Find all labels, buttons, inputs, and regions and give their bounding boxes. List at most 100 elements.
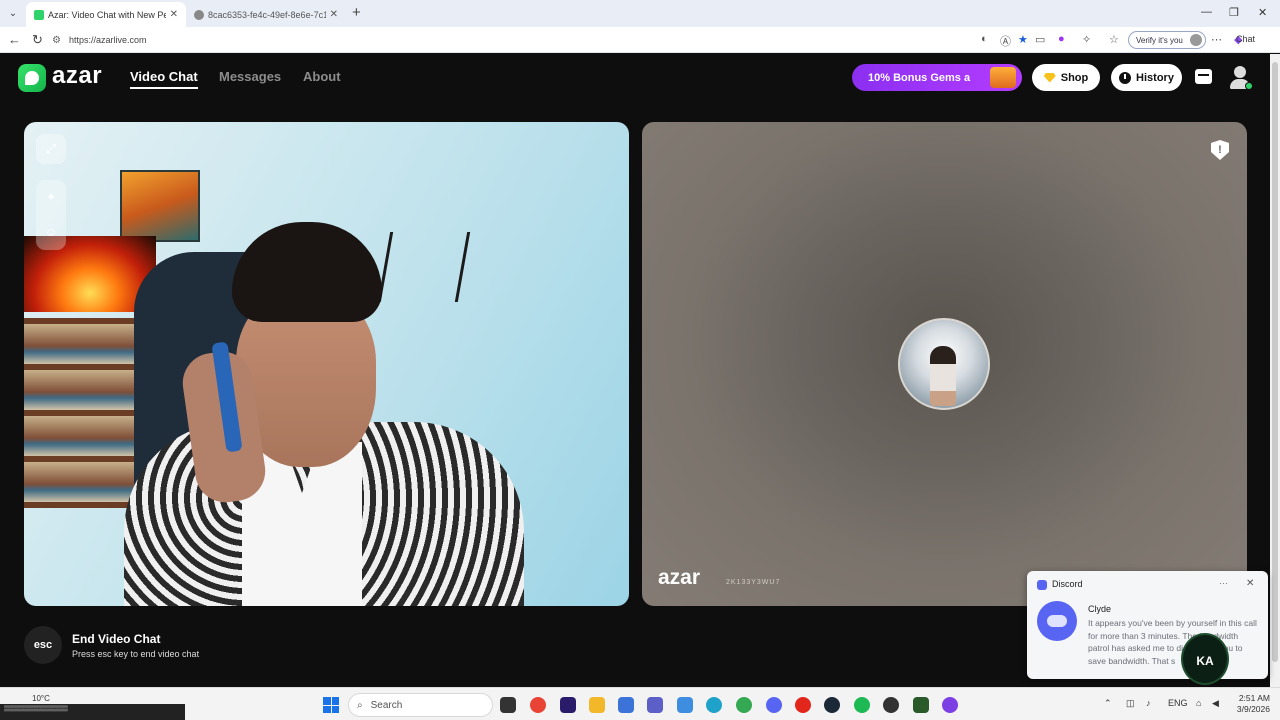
teams-icon[interactable] [647, 697, 663, 713]
verify-profile-button[interactable]: Verify it's you [1128, 31, 1206, 49]
history-label: History [1136, 71, 1174, 84]
match-person [930, 346, 956, 406]
chrome-profile-icon[interactable] [736, 697, 752, 713]
end-video-chat-hint: Press esc key to end video chat [72, 649, 200, 659]
more-menu-icon[interactable]: ⋯ [1211, 33, 1222, 46]
azar-logo-text[interactable]: azar [52, 62, 102, 90]
face-filter-icon[interactable]: ☺ [36, 215, 66, 250]
verify-label: Verify it's you [1136, 35, 1183, 45]
clock-time: 2:51 AM [1238, 693, 1270, 703]
edge-icon[interactable] [706, 697, 722, 713]
azar-favicon-icon [34, 9, 44, 20]
reload-icon[interactable]: ↻ [32, 32, 43, 48]
start-windows-icon[interactable] [323, 697, 339, 713]
extensions-puzzle-icon[interactable]: ✧ [1082, 33, 1091, 46]
scrollbar-thumb[interactable] [1272, 62, 1278, 662]
steam-icon[interactable] [824, 697, 840, 713]
discord-notification[interactable]: Discord ⋯ ✕ Clyde It appears you've been… [1027, 571, 1268, 679]
online-status-dot [1245, 82, 1253, 90]
browser-tab-bar: ⌄ Azar: Video Chat with New Pe ✕ 8cac635… [0, 0, 1280, 27]
camera-effects-toolbar: ✦ ☺ [36, 180, 66, 250]
favorite-star-icon[interactable]: ★ [1018, 33, 1028, 46]
azar-logo-icon[interactable] [18, 64, 46, 92]
file-explorer-icon[interactable] [589, 697, 605, 713]
microphone-icon[interactable]: ♪ [1146, 698, 1151, 708]
split-screen-icon[interactable]: ▭ [1035, 33, 1045, 46]
tab-close-icon[interactable]: ✕ [330, 9, 338, 20]
tray-chevron-icon[interactable]: ⌃ [1104, 698, 1112, 709]
notification-more-icon[interactable]: ⋯ [1219, 578, 1228, 589]
self-video-panel: ⤢ ✦ ☺ [24, 122, 629, 606]
premiere-icon[interactable] [560, 697, 576, 713]
bonus-gems-promo-button[interactable]: 10% Bonus Gems a [852, 64, 1022, 91]
magic-wand-icon[interactable]: ✦ [36, 180, 66, 215]
page-scrollbar[interactable] [1270, 54, 1280, 687]
history-button[interactable]: History [1111, 64, 1182, 91]
wall-rack [377, 232, 471, 302]
search-placeholder: Search [370, 699, 403, 711]
taskbar-clock[interactable]: 2:51 AM 3/9/2026 [1230, 693, 1270, 715]
back-arrow-icon[interactable]: ← [8, 32, 21, 47]
notification-message: It appears you've been by yourself in th… [1088, 618, 1257, 666]
minimize-icon[interactable]: — [1201, 6, 1212, 18]
browser-tab-2[interactable]: 8cac6353-fe4c-49ef-8e6e-7c1ef75 ✕ [186, 2, 346, 27]
user-avatar[interactable] [1228, 65, 1253, 90]
maximize-icon[interactable]: ❐ [1229, 6, 1239, 19]
terminal-icon[interactable] [913, 697, 929, 713]
streamer-badge-logo: KA [1181, 633, 1229, 685]
treasure-chest-icon [990, 67, 1016, 88]
task-view-icon[interactable] [500, 697, 516, 713]
match-profile-photo [898, 318, 990, 410]
shop-label: Shop [1060, 71, 1089, 84]
chrome-icon[interactable] [530, 697, 546, 713]
volume-icon[interactable]: ◀ [1212, 698, 1219, 709]
inbox-icon[interactable] [1195, 69, 1212, 84]
nav-about[interactable]: About [303, 69, 341, 84]
watermark-id: 2K133Y3WU7 [726, 579, 781, 586]
azar-watermark-logo: azar [658, 566, 701, 589]
overlay-text: ▒▒▒▒▒▒▒▒▒▒▒▒▒▒▒ [4, 706, 68, 712]
taskbar-search-box[interactable]: ⌕ Search [348, 693, 493, 717]
site-info-icon[interactable]: ⚙ [52, 35, 61, 46]
github-icon[interactable] [883, 697, 899, 713]
url-field[interactable]: ⚙ https://azarlive.com [52, 30, 952, 50]
stream-overlay-strip: ▒▒▒▒▒▒▒▒▒▒▒▒▒▒▒ [0, 704, 185, 720]
browser-tab-azar[interactable]: Azar: Video Chat with New Pe ✕ [26, 2, 186, 27]
tab-close-icon[interactable]: ✕ [170, 9, 178, 20]
end-video-chat-title[interactable]: End Video Chat [72, 632, 160, 646]
store-icon[interactable] [618, 697, 634, 713]
obs-icon[interactable] [942, 697, 958, 713]
windows-taskbar: 10°C ▒▒▒▒▒▒▒▒▒▒▒▒▒▒▒ ⌕ Search ⌃ ◫ ♪ ENG … [0, 687, 1280, 720]
wall-painting [120, 170, 200, 242]
network-icon[interactable]: ⌂ [1196, 698, 1201, 708]
new-tab-plus-icon[interactable]: + [352, 4, 361, 21]
translate-icon[interactable]: ◐ [981, 33, 988, 45]
favorites-icon[interactable]: ☆ [1109, 33, 1119, 46]
app-icon[interactable] [677, 697, 693, 713]
opera-icon[interactable] [795, 697, 811, 713]
spotify-icon[interactable] [854, 697, 870, 713]
match-video-panel: ! azar 2K133Y3WU7 [642, 122, 1247, 606]
window-close-icon[interactable]: ✕ [1258, 6, 1267, 19]
clock-date: 3/9/2026 [1236, 704, 1270, 714]
profile-avatar-icon [1190, 34, 1202, 46]
read-aloud-icon[interactable]: Ⓐ [1000, 33, 1011, 49]
shop-button[interactable]: Shop [1032, 64, 1100, 91]
report-shield-icon[interactable]: ! [1211, 140, 1229, 160]
tab-title: Azar: Video Chat with New Pe [48, 9, 166, 20]
url-text: https://azarlive.com [68, 35, 147, 45]
tray-app-icon[interactable]: ◫ [1126, 698, 1135, 709]
nav-messages[interactable]: Messages [219, 69, 281, 84]
discord-icon[interactable] [766, 697, 782, 713]
tab-list-chevron-icon[interactable]: ⌄ [4, 5, 22, 23]
copilot-chat-label[interactable]: Chat [1236, 34, 1255, 44]
notification-app-name: Discord [1052, 579, 1083, 589]
globe-icon [194, 9, 204, 20]
extension-icon[interactable]: ● [1058, 33, 1065, 45]
language-indicator[interactable]: ENG [1168, 698, 1188, 708]
nav-video-chat[interactable]: Video Chat [130, 69, 198, 89]
weather-temperature[interactable]: 10°C [32, 694, 50, 703]
expand-video-icon[interactable]: ⤢ [36, 134, 66, 164]
notification-close-icon[interactable]: ✕ [1246, 578, 1254, 589]
esc-key-button[interactable]: esc [24, 626, 62, 664]
